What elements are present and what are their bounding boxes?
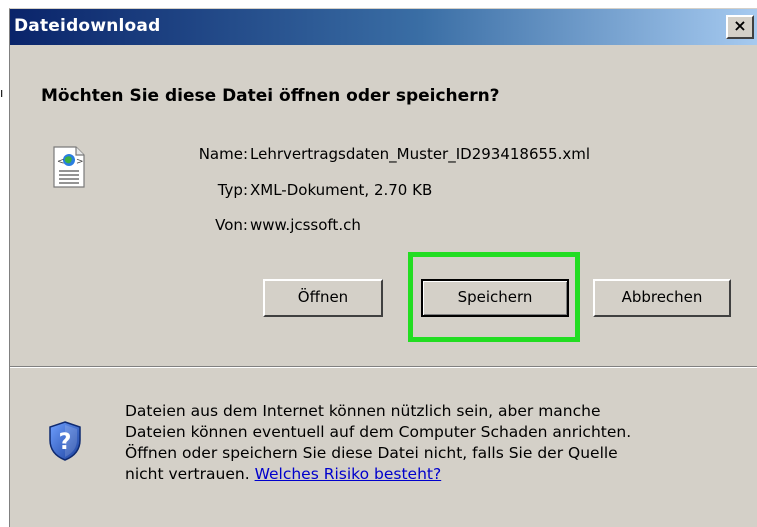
warning-line-4-text: nicht vertrauen. (125, 465, 255, 483)
warning-line-3: Öffnen oder speichern Sie diese Datei ni… (125, 444, 618, 462)
svg-text:<: < (57, 157, 65, 167)
download-question: Möchten Sie diese Datei öffnen oder spei… (41, 86, 500, 106)
open-button[interactable]: Öffnen (263, 279, 383, 317)
warning-line-2: Dateien können eventuell auf dem Compute… (125, 423, 632, 441)
svg-text:?: ? (59, 430, 72, 455)
file-name-label: Name: (198, 145, 248, 163)
svg-text:>: > (76, 157, 84, 167)
dialog-separator (10, 366, 757, 368)
file-type-label: Typ: (217, 181, 248, 199)
close-button[interactable]: × (726, 15, 754, 39)
risk-link[interactable]: Welches Risiko besteht? (255, 465, 442, 483)
background-artifact: ı (0, 86, 4, 100)
file-name-value: Lehrvertragsdaten_Muster_ID293418655.xml (250, 145, 591, 163)
file-source-label: Von: (215, 216, 248, 234)
warning-line-4: nicht vertrauen. Welches Risiko besteht? (125, 464, 745, 485)
save-highlight-box (408, 252, 580, 342)
file-source-value: www.jcssoft.ch (250, 216, 361, 234)
cancel-button[interactable]: Abbrechen (593, 279, 731, 317)
window-title: Dateidownload (14, 16, 161, 36)
title-bar[interactable]: Dateidownload × (10, 9, 757, 45)
xml-file-icon: < > (53, 146, 85, 188)
security-shield-icon: ? (49, 421, 81, 461)
file-type-value: XML-Dokument, 2.70 KB (250, 181, 433, 199)
security-warning: Dateien aus dem Internet können nützlich… (125, 401, 745, 485)
file-download-dialog: Dateidownload × Möchten Sie diese Datei … (9, 8, 757, 527)
warning-line-1: Dateien aus dem Internet können nützlich… (125, 402, 601, 420)
